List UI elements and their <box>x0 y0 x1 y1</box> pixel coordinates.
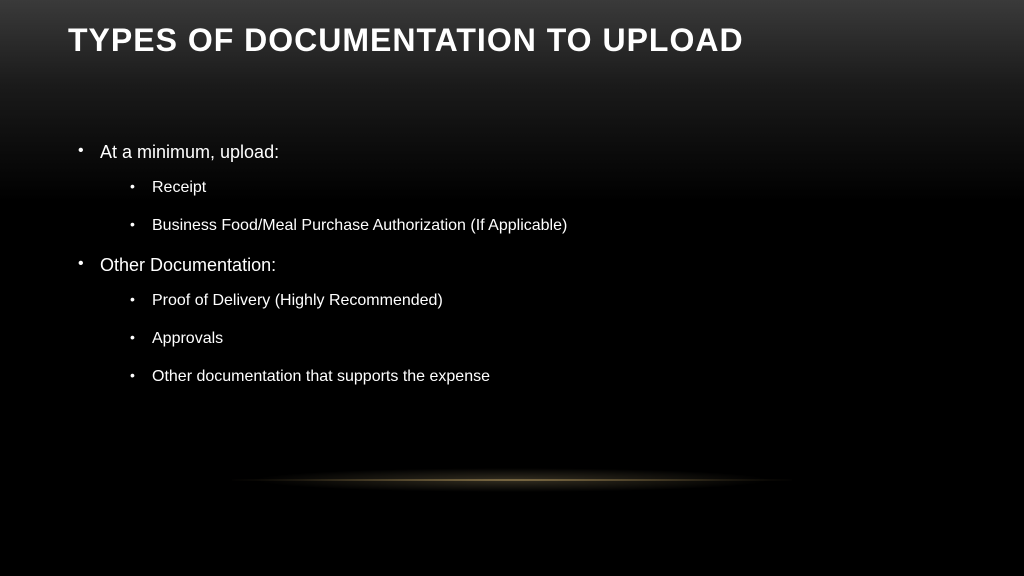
decorative-divider <box>232 479 792 481</box>
list-item-text: Proof of Delivery (Highly Recommended) <box>152 292 443 309</box>
slide-title: TYPES OF DOCUMENTATION TO UPLOAD <box>0 0 1024 59</box>
list-item-text: At a minimum, upload: <box>100 142 279 162</box>
sub-bullet-list: Proof of Delivery (Highly Recommended) A… <box>130 289 1024 389</box>
list-item: Other Documentation: Proof of Delivery (… <box>78 252 1024 389</box>
list-item-text: Approvals <box>152 330 223 347</box>
list-item: Receipt <box>130 176 1024 200</box>
list-item-text: Other documentation that supports the ex… <box>152 368 490 385</box>
sub-bullet-list: Receipt Business Food/Meal Purchase Auth… <box>130 176 1024 238</box>
list-item-text: Business Food/Meal Purchase Authorizatio… <box>152 217 567 234</box>
list-item: Other documentation that supports the ex… <box>130 365 1024 389</box>
list-item-text: Other Documentation: <box>100 255 276 275</box>
list-item: Proof of Delivery (Highly Recommended) <box>130 289 1024 313</box>
list-item: Approvals <box>130 327 1024 351</box>
slide-content: At a minimum, upload: Receipt Business F… <box>0 59 1024 389</box>
bullet-list: At a minimum, upload: Receipt Business F… <box>78 139 1024 389</box>
list-item-text: Receipt <box>152 179 206 196</box>
list-item: At a minimum, upload: Receipt Business F… <box>78 139 1024 238</box>
list-item: Business Food/Meal Purchase Authorizatio… <box>130 214 1024 238</box>
